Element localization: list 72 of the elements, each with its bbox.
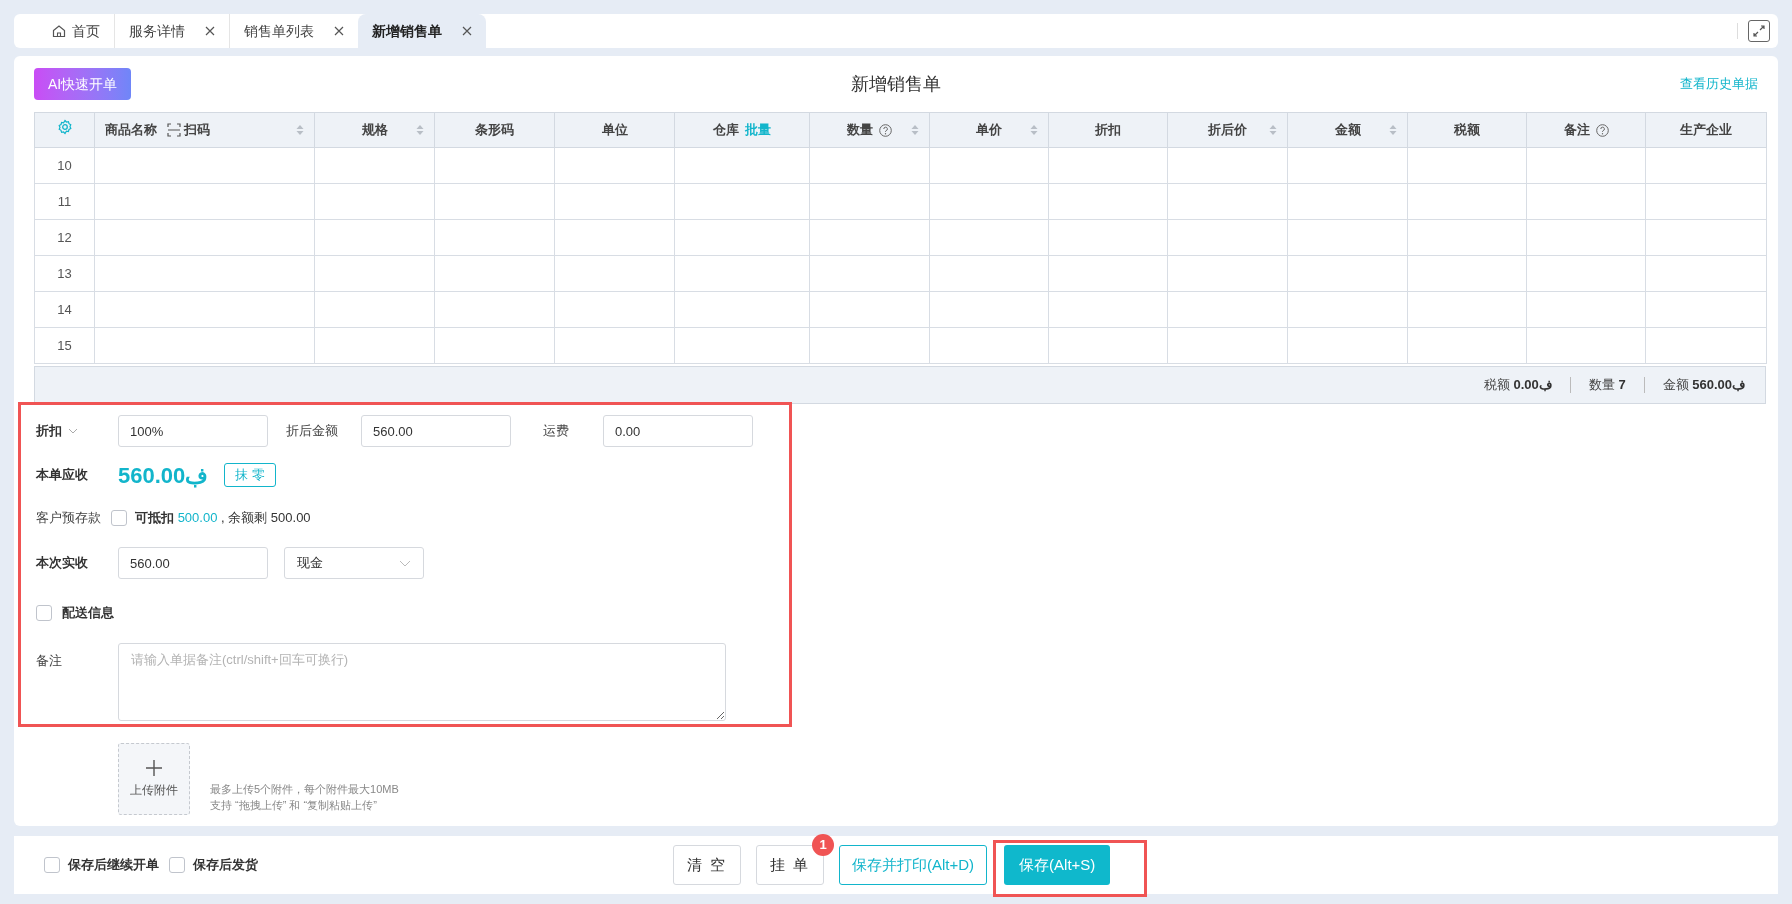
discount-dropdown[interactable]: 折扣 [36, 421, 118, 441]
chevron-down-icon [399, 559, 411, 567]
column-header: 生产企业 [1680, 121, 1732, 140]
tab[interactable]: 新增销售单 [358, 14, 486, 48]
payment-method-select[interactable]: 现金 [284, 547, 424, 579]
summary-text: 数量 7 [1588, 376, 1626, 395]
badge: 1 [812, 834, 834, 856]
sort-icon[interactable] [1030, 124, 1038, 136]
input-field[interactable]: 0.00 [603, 415, 753, 447]
scan-icon [167, 123, 181, 137]
row-number: 13 [57, 265, 72, 281]
column-header: 单价 [976, 121, 1002, 140]
input-field[interactable]: 560.00 [361, 415, 511, 447]
chevron-down-icon [68, 428, 78, 434]
expand-icon [1752, 24, 1766, 38]
column-header: 折后价 [1208, 121, 1247, 140]
column-header: 规格 [361, 121, 388, 140]
sort-icon[interactable] [911, 124, 919, 136]
column-header: 税额 [1454, 121, 1480, 140]
column-header: 仓库 [713, 121, 739, 140]
column-header: 数量 [847, 121, 873, 140]
field-label: 本次实收 [36, 554, 89, 573]
sort-icon[interactable] [1389, 124, 1397, 136]
input-field[interactable]: 560.00 [118, 547, 268, 579]
scan-button[interactable]: 扫码 [167, 120, 210, 140]
upload-hint: 最多上传5个附件，每个附件最大10MB [210, 782, 399, 797]
field-label: 客户预存款 [36, 509, 102, 528]
field-label: 运费 [543, 422, 570, 441]
upload-attachment-button[interactable]: 上传附件 [118, 743, 190, 815]
close-icon[interactable] [334, 26, 344, 36]
receivable-amount: 560.00ڣ [118, 461, 209, 490]
row-number: 10 [57, 157, 72, 173]
page-title: 新增销售单 [851, 72, 941, 96]
help-icon [879, 123, 892, 137]
row-number: 11 [57, 193, 72, 209]
row-number: 15 [57, 337, 72, 353]
checkbox[interactable] [44, 857, 60, 873]
checkbox-label: 配送信息 [62, 604, 114, 623]
row-number: 12 [57, 229, 72, 245]
settings-icon[interactable] [56, 119, 73, 136]
column-header: 单位 [601, 121, 628, 140]
input-field[interactable]: 100% [118, 415, 268, 447]
tab[interactable]: 销售单列表 [230, 14, 358, 48]
footer-button[interactable]: 清 空 [673, 845, 741, 885]
field-label: 折后金额 [286, 422, 339, 441]
checkbox-label: 保存后发货 [193, 856, 258, 875]
tab[interactable]: 首页 [38, 14, 115, 48]
row-number: 14 [57, 301, 72, 317]
checkbox[interactable] [169, 857, 185, 873]
sort-icon[interactable] [296, 124, 304, 136]
checkbox[interactable] [111, 510, 127, 526]
close-icon[interactable] [205, 26, 215, 36]
tab[interactable]: 服务详情 [115, 14, 230, 48]
sort-icon[interactable] [1269, 124, 1277, 136]
column-header: 条形码 [475, 121, 514, 140]
fullscreen-button[interactable] [1748, 20, 1770, 42]
checkbox-label: 保存后继续开单 [68, 856, 159, 875]
column-header: 备注 [1563, 121, 1590, 140]
checkbox[interactable] [36, 605, 52, 621]
field-label: 备注 [36, 652, 63, 670]
field-label: 本单应收 [36, 466, 89, 485]
note-field[interactable]: 请输入单据备注(ctrl/shift+回车可换行) [118, 643, 726, 721]
plus-icon [145, 759, 163, 777]
column-header: 折扣 [1095, 121, 1121, 140]
column-header: 商品名称 [105, 121, 157, 140]
help-icon [1595, 123, 1609, 137]
column-header: 金额 [1334, 121, 1361, 140]
close-icon[interactable] [462, 26, 472, 36]
sort-icon[interactable] [416, 124, 424, 136]
upload-hint: 支持 “拖拽上传” 和 “复制粘贴上传” [210, 798, 378, 813]
deposit-text: 可抵扣 500.00 , 余额剩 500.00 [135, 509, 311, 528]
home-icon [52, 24, 66, 38]
